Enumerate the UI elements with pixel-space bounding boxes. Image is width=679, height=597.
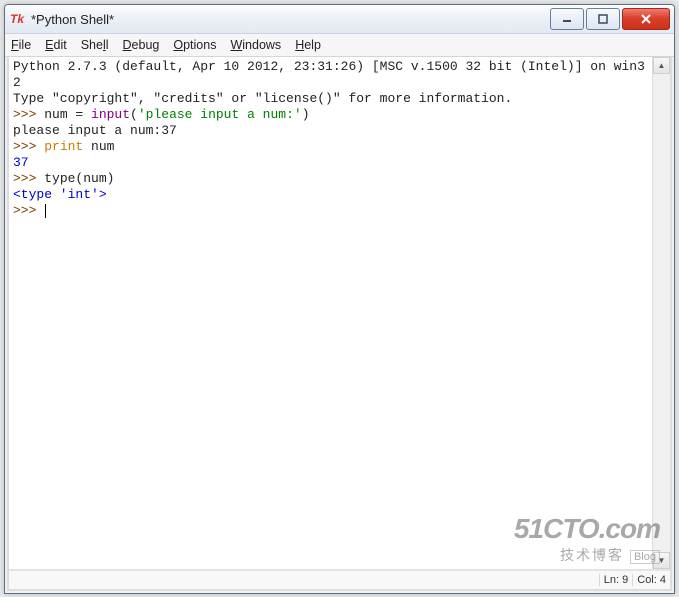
code-text: num — [83, 139, 114, 154]
prompt: >>> — [13, 203, 44, 218]
vertical-scrollbar[interactable]: ▲ ▼ — [652, 57, 670, 569]
close-button[interactable] — [622, 8, 670, 30]
window-title: *Python Shell* — [31, 12, 114, 27]
io-output: please input a num: — [13, 123, 161, 138]
code-text: num = — [44, 107, 91, 122]
code-text: type(num) — [44, 171, 114, 186]
minimize-button[interactable] — [550, 8, 584, 30]
scroll-down-button[interactable]: ▼ — [653, 552, 670, 569]
code-builtin: input — [91, 107, 130, 122]
code-text: ( — [130, 107, 138, 122]
output-line: 37 — [13, 155, 29, 170]
prompt: >>> — [13, 139, 44, 154]
code-text: ) — [302, 107, 310, 122]
banner-line: Python 2.7.3 (default, Apr 10 2012, 23:3… — [13, 59, 645, 90]
menubar: File Edit Shell Debug Options Windows He… — [5, 34, 674, 57]
tk-icon: Tk — [9, 11, 25, 27]
menu-file[interactable]: File — [11, 38, 31, 52]
status-column: Col: 4 — [632, 574, 670, 586]
status-line: Ln: 9 — [599, 574, 632, 586]
shell-text-area[interactable]: Python 2.7.3 (default, Apr 10 2012, 23:3… — [9, 57, 652, 569]
menu-edit[interactable]: Edit — [45, 38, 67, 52]
io-input: 37 — [161, 123, 177, 138]
menu-debug[interactable]: Debug — [123, 38, 160, 52]
prompt: >>> — [13, 107, 44, 122]
output-line: <type 'int'> — [13, 187, 107, 202]
text-caret — [45, 204, 46, 218]
content-area: Python 2.7.3 (default, Apr 10 2012, 23:3… — [7, 57, 672, 591]
maximize-button[interactable] — [586, 8, 620, 30]
code-keyword: print — [44, 139, 83, 154]
python-shell-window: Tk *Python Shell* File Edit Shell Debug … — [4, 4, 675, 594]
scroll-up-button[interactable]: ▲ — [653, 57, 670, 74]
menu-options[interactable]: Options — [173, 38, 216, 52]
code-string: 'please input a num:' — [138, 107, 302, 122]
titlebar[interactable]: Tk *Python Shell* — [5, 5, 674, 34]
prompt: >>> — [13, 171, 44, 186]
menu-windows[interactable]: Windows — [230, 38, 281, 52]
statusbar: Ln: 9 Col: 4 — [9, 569, 670, 589]
banner-line: Type "copyright", "credits" or "license(… — [13, 91, 512, 106]
menu-shell[interactable]: Shell — [81, 38, 109, 52]
menu-help[interactable]: Help — [295, 38, 321, 52]
